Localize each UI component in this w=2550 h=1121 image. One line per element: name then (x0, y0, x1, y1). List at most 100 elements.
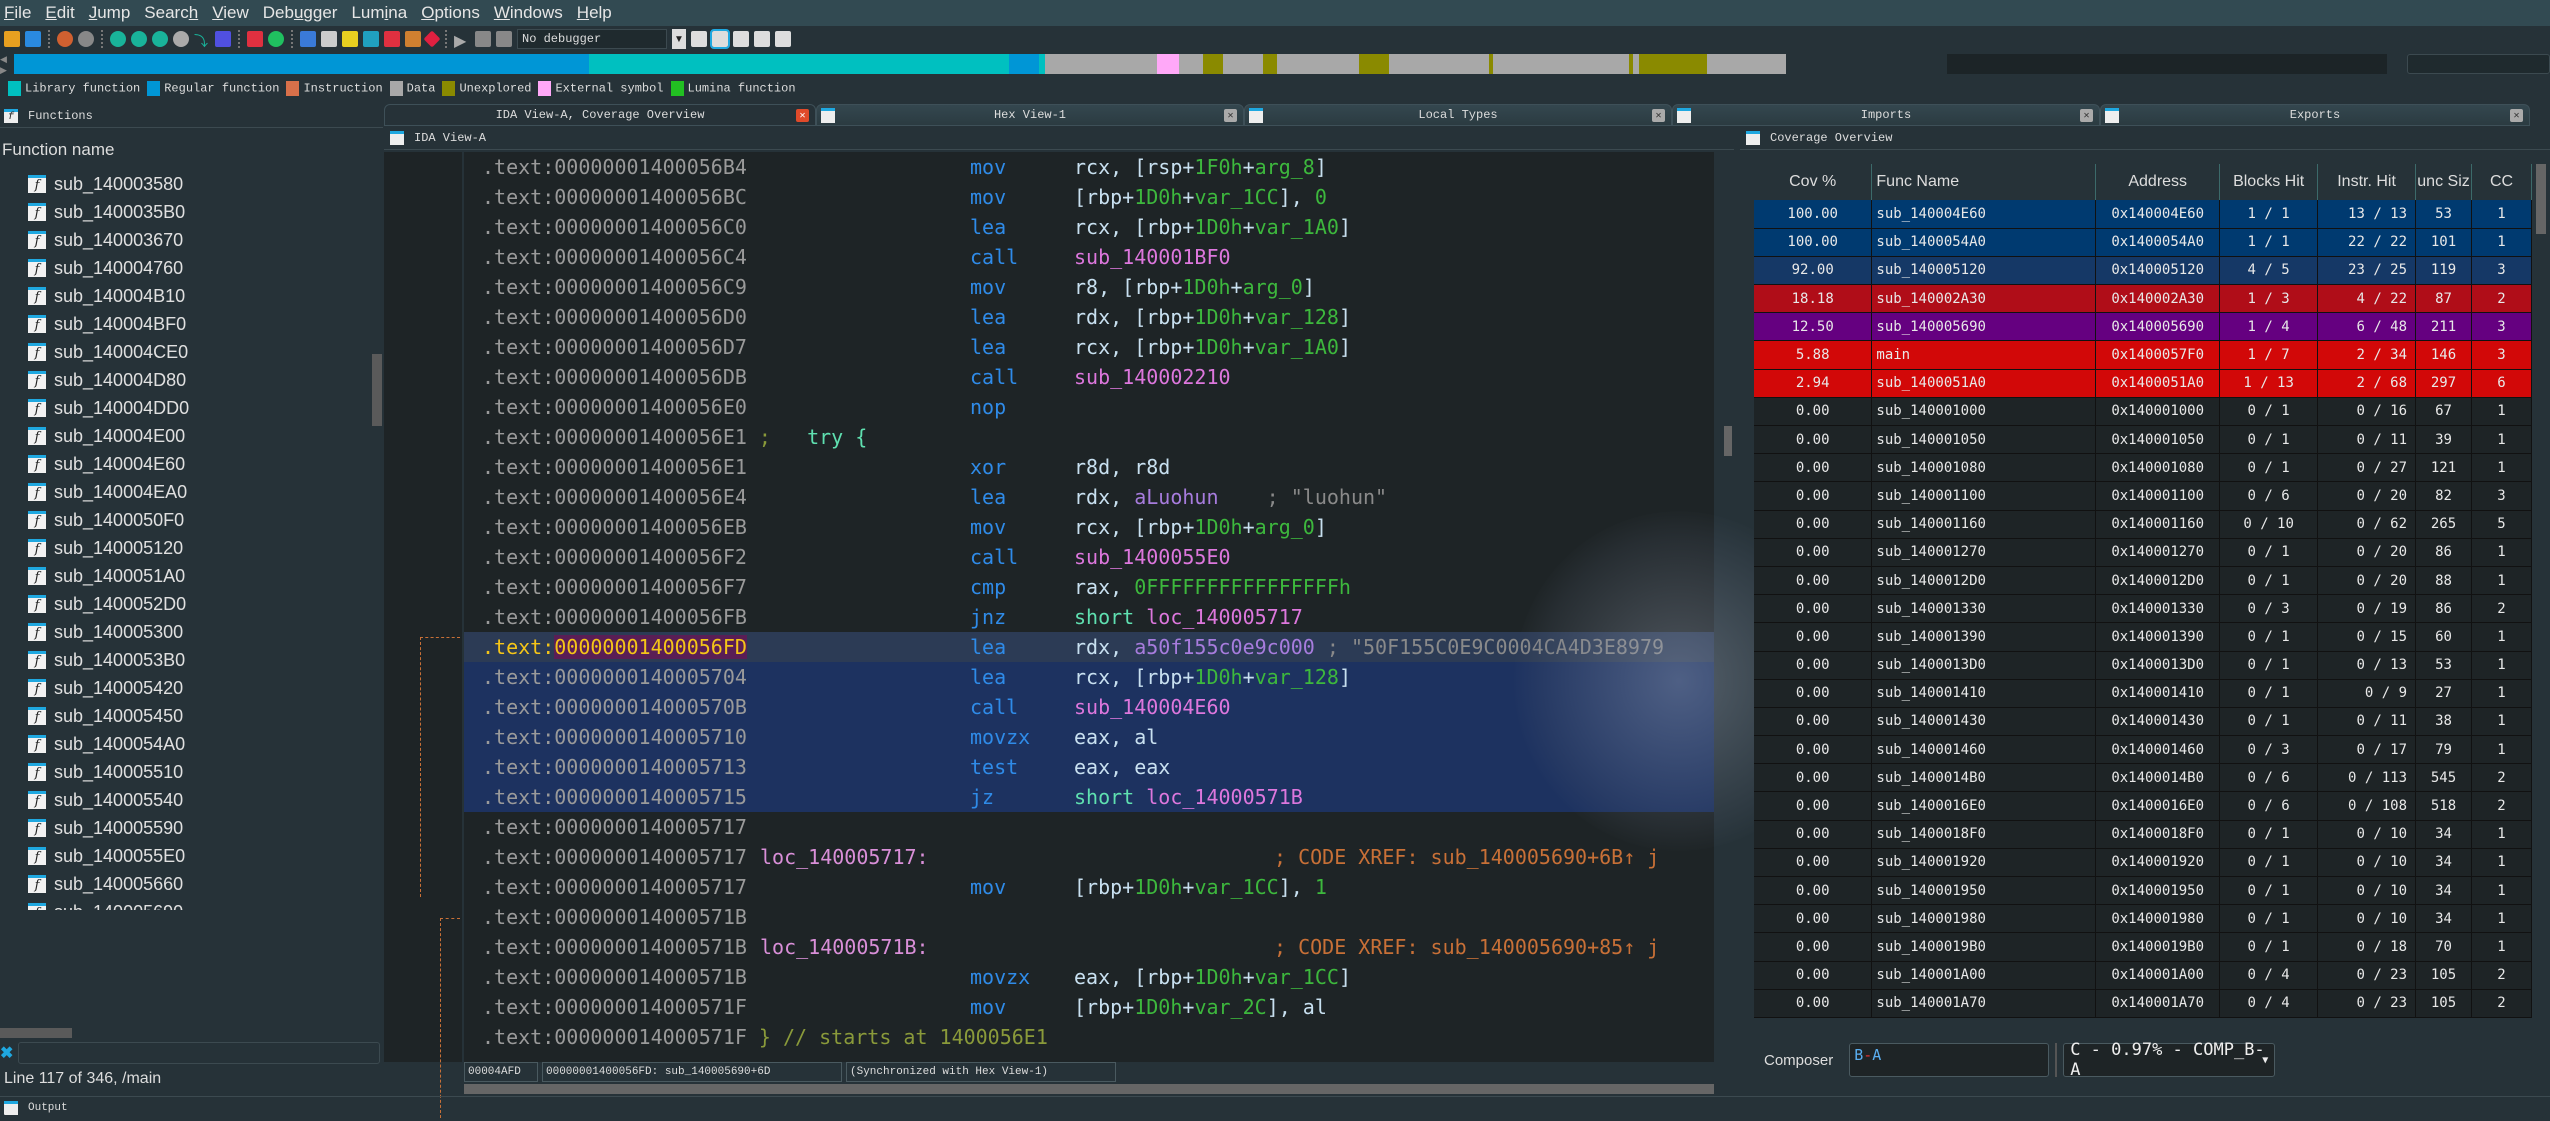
disassembly-listing[interactable]: .text:00000001400056B4 mov rcx, [rsp+1F0h+… (464, 152, 1714, 1062)
disasm-line[interactable]: .text:0000000140005717 mov [rbp+1D0h+var_1… (464, 872, 1714, 902)
cfg-active-icon[interactable] (710, 29, 730, 49)
coverage-row[interactable]: 0.00 sub_1400019B0 0x1400019B0 0 / 10 / 18 7… (1754, 932, 2532, 962)
stop-icon[interactable] (496, 31, 512, 47)
function-list-item[interactable]: f sub_140004760 (0, 254, 372, 282)
functions-hscrollbar[interactable] (0, 1028, 72, 1038)
menu-view[interactable]: View (212, 3, 249, 23)
function-list-item[interactable]: f sub_140004E00 (0, 422, 372, 450)
hex-icon[interactable] (110, 31, 126, 47)
breakpoint-icon[interactable] (247, 31, 263, 47)
disasm-line[interactable]: .text:000000014000571B movzx eax, [rbp+1D0… (464, 962, 1714, 992)
coverage-row[interactable]: 0.00 sub_1400014B0 0x1400014B0 0 / 60 / 113… (1754, 763, 2532, 793)
tab-exports[interactable]: Exports ✕ (2100, 104, 2530, 126)
coverage-row[interactable]: 2.94 sub_1400051A0 0x1400051A0 1 / 13 2 / 68… (1754, 369, 2532, 398)
add-breakpoint-icon[interactable] (754, 31, 770, 47)
disasm-line[interactable]: .text:00000001400056B4 mov rcx, [rsp+1F0h+… (464, 152, 1714, 182)
disasm-line[interactable]: .text:00000001400056E1 xor r8d, r8d (464, 452, 1714, 482)
coverage-row[interactable]: 12.50 sub_140005690 0x140005690 1 / 46 / 48… (1754, 312, 2532, 342)
coverage-row[interactable]: 0.00 sub_140001390 0x140001390 0 / 10 / 15 6… (1754, 622, 2532, 652)
open-icon[interactable] (4, 31, 20, 47)
chevron-down-icon[interactable]: ▼ (672, 29, 686, 49)
coverage-row[interactable]: 0.00 sub_140001950 0x140001950 0 / 10 / 10 3… (1754, 876, 2532, 906)
output-panel-bar[interactable]: Output (0, 1096, 2550, 1118)
tab-imports[interactable]: Imports ✕ (1672, 104, 2100, 126)
ida-hscrollbar[interactable] (464, 1084, 1714, 1094)
function-list-item[interactable]: f sub_140003670 (0, 226, 372, 254)
coverage-row[interactable]: 0.00 sub_140001000 0x140001000 0 / 10 / 16 6… (1754, 397, 2532, 427)
menu-debugger[interactable]: Debugger (263, 3, 338, 23)
disasm-line[interactable]: .text:000000014000571B (464, 902, 1714, 932)
save-icon[interactable] (25, 31, 41, 47)
disasm-line[interactable]: .text:00000001400056E1 ; try { (464, 422, 1714, 452)
start-debugger-icon[interactable]: ▶ (454, 31, 470, 50)
function-list-item[interactable]: f sub_1400052D0 (0, 590, 372, 618)
function-list-item[interactable]: f sub_140003580 (0, 170, 372, 198)
menu-windows[interactable]: Windows (494, 3, 563, 23)
menu-jump[interactable]: Jump (89, 3, 131, 23)
close-filter-icon[interactable]: ✖ (0, 1043, 18, 1063)
menu-options[interactable]: Options (421, 3, 480, 23)
coverage-row[interactable]: 0.00 sub_140001920 0x140001920 0 / 10 / 10 3… (1754, 848, 2532, 878)
function-list-item[interactable]: f sub_1400054A0 (0, 730, 372, 758)
disasm-line[interactable]: .text:0000000140005717 (464, 812, 1714, 842)
function-list-item[interactable]: f sub_140005300 (0, 618, 372, 646)
close-icon[interactable]: ✕ (2080, 109, 2093, 122)
ida-vscrollbar[interactable] (1724, 426, 1732, 456)
coverage-row[interactable]: 0.00 sub_140001080 0x140001080 0 / 10 / 27 1… (1754, 453, 2532, 483)
disasm-line[interactable]: .text:00000001400056EB mov rcx, [rbp+1D0h+… (464, 512, 1714, 542)
menu-file[interactable]: File (4, 3, 31, 23)
coverage-row[interactable]: 0.00 sub_140001460 0x140001460 0 / 30 / 17 7… (1754, 735, 2532, 765)
col-address[interactable]: Address (2095, 164, 2221, 200)
xref-comment[interactable]: ; CODE XREF: sub_140005690+85↑ j (1274, 935, 1659, 959)
function-list-item[interactable]: f sub_1400053B0 (0, 646, 372, 674)
navigation-band[interactable] (14, 54, 1947, 74)
proximity-icon[interactable] (173, 31, 189, 47)
coverage-row[interactable]: 0.00 sub_140001050 0x140001050 0 / 10 / 11 3… (1754, 425, 2532, 455)
disasm-line[interactable]: .text:000000014000571F mov [rbp+1D0h+var_2… (464, 992, 1714, 1022)
remove-breakpoint-icon[interactable] (775, 31, 791, 47)
function-list-item[interactable]: f sub_140004DD0 (0, 394, 372, 422)
function-list-item[interactable]: f sub_140005510 (0, 758, 372, 786)
undefine-icon[interactable] (423, 30, 441, 48)
functions-filter-input[interactable] (18, 1042, 380, 1064)
coverage-row[interactable]: 0.00 sub_1400018F0 0x1400018F0 0 / 10 / 10 3… (1754, 820, 2532, 849)
coverage-row[interactable]: 100.00 sub_140004E60 0x140004E60 1 / 1 13 / … (1754, 200, 2532, 229)
col-cov[interactable]: Cov % (1754, 164, 1873, 200)
function-list-item[interactable]: f sub_140004D80 (0, 366, 372, 394)
coverage-row[interactable]: 0.00 sub_140001A00 0x140001A00 0 / 40 / 23 1… (1754, 961, 2532, 990)
step-icon[interactable]: ⤵ (194, 31, 210, 49)
disasm-line[interactable]: .text:00000001400056D0 lea rdx, [rbp+1D0h+… (464, 302, 1714, 332)
function-list-item[interactable]: f sub_140004CE0 (0, 338, 372, 366)
coverage-row[interactable]: 0.00 sub_140001A70 0x140001A70 0 / 40 / 23 1… (1754, 989, 2532, 1018)
function-list-item[interactable]: f sub_1400035B0 (0, 198, 372, 226)
disasm-line[interactable]: .text:000000014000571B loc_14000571B: ; CO… (464, 932, 1714, 962)
disasm-line[interactable]: .text:0000000140005710 movzx eax, al (464, 722, 1714, 752)
coverage-row[interactable]: 0.00 sub_140001330 0x140001330 0 / 30 / 19 8… (1754, 594, 2532, 624)
cfg-icon[interactable] (691, 31, 707, 47)
coverage-row[interactable]: 0.00 sub_1400013D0 0x1400013D0 0 / 10 / 13 5… (1754, 651, 2532, 680)
disasm-line[interactable]: .text:00000001400056E4 lea rdx, aLuohun ; … (464, 482, 1714, 512)
disasm-line[interactable]: .text:00000001400056C9 mov r8, [rbp+1D0h+a… (464, 272, 1714, 302)
close-icon[interactable]: ✕ (2510, 109, 2523, 122)
disasm-line[interactable]: .text:00000001400056FB jnz short loc_14000… (464, 602, 1714, 632)
function-list-item[interactable]: f sub_140005420 (0, 674, 372, 702)
text-icon[interactable] (131, 31, 147, 47)
string-icon[interactable] (363, 31, 379, 47)
disasm-line[interactable]: .text:00000001400056E0 nop (464, 392, 1714, 422)
function-list-item[interactable]: f sub_140004B10 (0, 282, 372, 310)
coverage-row[interactable]: 18.18 sub_140002A30 0x140002A30 1 / 34 / 22… (1754, 284, 2532, 314)
coverage-row[interactable]: 92.00 sub_140005120 0x140005120 4 / 5 23 / 2… (1754, 256, 2532, 286)
disasm-line[interactable]: .text:0000000140005717 loc_140005717: ; CO… (464, 842, 1714, 872)
col-func-size[interactable]: unc Siz (2415, 164, 2472, 200)
coverage-row[interactable]: 0.00 sub_1400012D0 0x1400012D0 0 / 10 / 20 8… (1754, 566, 2532, 596)
debugger-select[interactable]: No debugger (517, 29, 667, 49)
function-list-item[interactable]: f sub_140004EA0 (0, 478, 372, 506)
disasm-line[interactable]: .text:000000014000571F} // starts at 140… (464, 1022, 1714, 1052)
data-icon[interactable] (321, 31, 337, 47)
jump-forward-icon[interactable] (78, 31, 94, 47)
array-icon[interactable] (384, 31, 400, 47)
function-name-column-header[interactable]: Function name (2, 140, 114, 160)
function-list-item[interactable]: f sub_140005660 (0, 870, 372, 898)
function-list-item[interactable]: f sub_140004BF0 (0, 310, 372, 338)
assemble-icon[interactable] (215, 31, 231, 47)
